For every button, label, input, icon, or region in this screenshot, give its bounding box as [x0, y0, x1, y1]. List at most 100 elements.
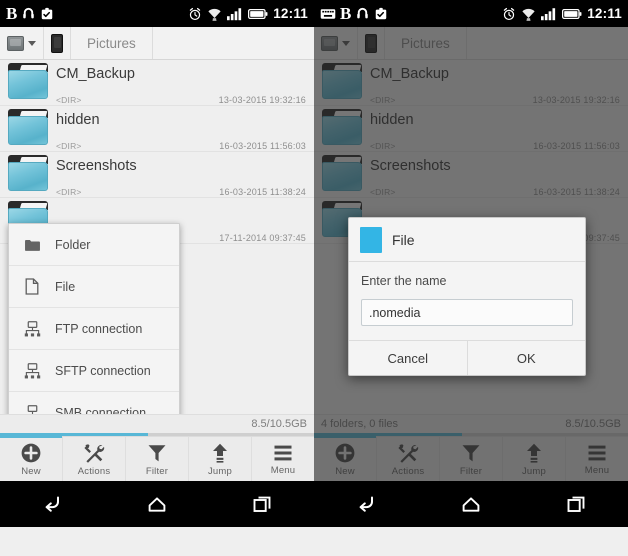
android-nav-bar-right — [314, 481, 628, 527]
nav-recents-button[interactable] — [548, 486, 604, 522]
b-logo-icon: B — [6, 4, 18, 23]
file-date: 13-03-2015 19:32:16 — [218, 95, 306, 105]
battery-icon — [248, 8, 268, 20]
wifi-icon — [521, 7, 536, 21]
file-type: <DIR> — [56, 141, 82, 151]
menu-item-folder[interactable]: Folder — [9, 224, 179, 266]
menu-item-ftp-connection[interactable]: FTP connection — [9, 308, 179, 350]
storage-usage: 8.5/10.5GB — [251, 418, 307, 430]
toolbar-label: Jump — [207, 465, 233, 477]
storage-selector-button[interactable] — [0, 27, 44, 59]
tab-pictures[interactable]: Pictures — [71, 27, 153, 59]
status-bar-clock: 12:11 — [587, 6, 622, 21]
wifi-icon — [207, 7, 222, 21]
menu-item-label: Folder — [55, 237, 91, 252]
keyboard-icon — [320, 8, 336, 20]
network-icon — [23, 362, 41, 380]
phone-icon — [51, 33, 63, 53]
folder-icon — [8, 109, 48, 145]
signal-icon — [227, 7, 243, 21]
row-content: hidden <DIR> 16-03-2015 11:56:03 — [56, 109, 306, 151]
dialog-actions: Cancel OK — [349, 340, 585, 375]
task-check-icon — [374, 6, 388, 21]
right-phone-screenshot: B 12:11 File Enter the name .nomedia Can… — [314, 0, 628, 556]
toolbar-label: Menu — [270, 464, 296, 476]
nav-home-button[interactable] — [129, 486, 185, 522]
nav-back-button[interactable] — [338, 486, 394, 522]
new-item-popup-menu[interactable]: Folder File FTP connection SFTP connecti… — [8, 223, 180, 414]
toolbar-button-filter[interactable]: Filter — [126, 437, 189, 481]
ok-button[interactable]: OK — [468, 341, 586, 375]
folder-icon — [23, 236, 41, 254]
status-line-left: 8.5/10.5GB — [0, 414, 314, 433]
left-phone-screenshot: B 12:11 Pictures CM_Backup <DIR> 13-03-2… — [0, 0, 314, 556]
task-check-icon — [40, 6, 54, 21]
cancel-button[interactable]: Cancel — [349, 341, 468, 375]
alarm-icon — [502, 7, 516, 21]
network-icon — [23, 404, 41, 414]
nav-home-button[interactable] — [443, 486, 499, 522]
toolbar-label: Actions — [77, 465, 111, 477]
file-date: 16-03-2015 11:56:03 — [219, 141, 306, 151]
file-date: 16-03-2015 11:38:24 — [219, 187, 306, 197]
b-logo-icon: B — [340, 4, 352, 23]
alarm-icon — [188, 7, 202, 21]
menu-item-label: SMB connection — [55, 405, 147, 415]
bottom-app-toolbar-left: New Actions Filter Jump Menu — [0, 436, 314, 481]
file-badge-icon — [360, 227, 382, 253]
file-type: <DIR> — [56, 95, 82, 105]
app-top-toolbar-left: Pictures — [0, 27, 314, 60]
file-name: Screenshots — [56, 158, 137, 174]
signal-icon — [541, 7, 557, 21]
dialog-title: File — [392, 232, 415, 248]
toolbar-button-new[interactable]: New — [0, 436, 63, 481]
tab-empty-area — [153, 27, 314, 59]
status-bar-system-icons-left: 12:11 — [188, 6, 308, 21]
nav-recents-button[interactable] — [234, 486, 290, 522]
android-nav-bar-left — [0, 481, 314, 527]
menu-item-file[interactable]: File — [9, 266, 179, 308]
table-row[interactable]: Screenshots <DIR> 16-03-2015 11:38:24 — [0, 152, 314, 198]
two-screenshot-stage: B 12:11 Pictures CM_Backup <DIR> 13-03-2… — [0, 0, 628, 556]
status-bar-system-icons-right: 12:11 — [502, 6, 622, 21]
device-storage-button[interactable] — [44, 27, 71, 59]
table-row[interactable]: hidden <DIR> 16-03-2015 11:56:03 — [0, 106, 314, 152]
file-icon — [23, 278, 41, 296]
battery-icon — [562, 8, 582, 20]
menu-item-sftp-connection[interactable]: SFTP connection — [9, 350, 179, 392]
toolbar-button-jump[interactable]: Jump — [189, 437, 252, 481]
toolbar-label: Filter — [145, 465, 169, 477]
file-list-left[interactable]: CM_Backup <DIR> 13-03-2015 19:32:16 hidd… — [0, 60, 314, 414]
menu-item-label: File — [55, 279, 76, 294]
menu-item-label: FTP connection — [55, 321, 143, 336]
row-content: CM_Backup <DIR> 13-03-2015 19:32:16 — [56, 63, 306, 105]
menu-item-label: SFTP connection — [55, 363, 151, 378]
create-file-dialog[interactable]: File Enter the name Cancel OK — [348, 217, 586, 376]
network-icon — [23, 320, 41, 338]
file-name — [56, 201, 306, 202]
headphone-icon — [21, 6, 36, 21]
row-content: Screenshots <DIR> 16-03-2015 11:38:24 — [56, 155, 306, 197]
nav-back-button[interactable] — [24, 486, 80, 522]
file-name: CM_Backup — [56, 66, 135, 82]
file-name-input[interactable] — [361, 299, 573, 326]
file-type: <DIR> — [56, 187, 82, 197]
folder-icon — [8, 155, 48, 191]
table-row[interactable]: CM_Backup <DIR> 13-03-2015 19:32:16 — [0, 60, 314, 106]
file-date: 17-11-2014 09:37:45 — [219, 233, 306, 243]
headphone-icon — [355, 6, 370, 21]
android-status-bar-left: B 12:11 — [0, 0, 314, 27]
dialog-header: File — [349, 218, 585, 262]
android-status-bar-right: B 12:11 — [314, 0, 628, 27]
status-bar-clock: 12:11 — [273, 6, 308, 21]
dialog-body: Enter the name — [349, 262, 585, 340]
dialog-prompt: Enter the name — [361, 274, 447, 288]
menu-item-smb-connection[interactable]: SMB connection — [9, 392, 179, 414]
chevron-down-icon — [28, 40, 36, 46]
toolbar-button-menu[interactable]: Menu — [252, 437, 314, 481]
disk-icon — [7, 35, 24, 51]
status-bar-notification-icons-right: B — [320, 5, 388, 22]
status-bar-notification-icons-left: B — [6, 5, 54, 22]
toolbar-button-actions[interactable]: Actions — [63, 437, 126, 481]
file-name: hidden — [56, 112, 100, 128]
